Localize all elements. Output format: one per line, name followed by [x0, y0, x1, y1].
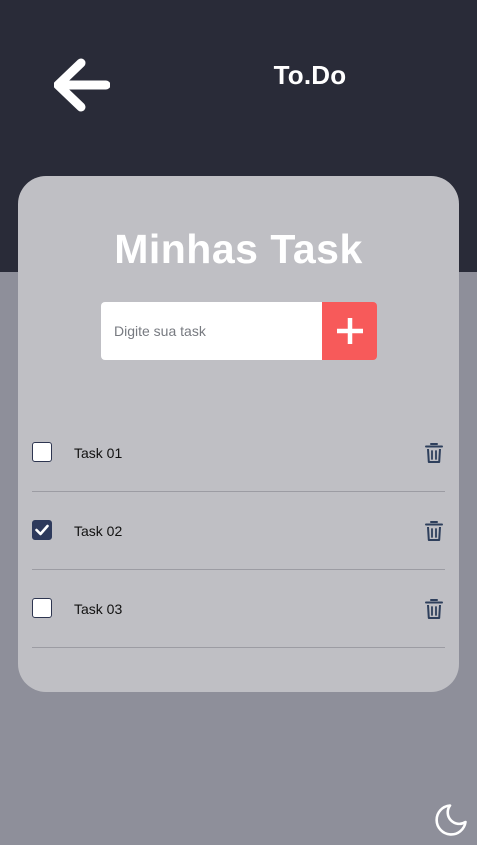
task-label: Task 02 [74, 523, 123, 539]
plus-icon [336, 318, 363, 344]
card-title: Minhas Task [114, 226, 363, 272]
task-item: Task 01 [32, 414, 445, 492]
add-task-form [101, 302, 377, 360]
task-card: Minhas Task Task 01 [18, 176, 459, 692]
back-button[interactable] [52, 56, 112, 114]
delete-task-button[interactable] [423, 441, 445, 465]
task-label: Task 01 [74, 445, 123, 461]
task-list: Task 01 Task 02 Task 03 [32, 414, 445, 648]
trash-icon [425, 599, 443, 619]
task-checkbox[interactable] [32, 442, 52, 462]
delete-task-button[interactable] [423, 597, 445, 621]
delete-task-button[interactable] [423, 519, 445, 543]
task-checkbox[interactable] [32, 598, 52, 618]
task-checkbox[interactable] [32, 520, 52, 540]
moon-icon [435, 804, 467, 836]
app-title: To.Do [273, 60, 347, 90]
task-item: Task 03 [32, 570, 445, 648]
theme-toggle-button[interactable] [433, 802, 469, 838]
task-item: Task 02 [32, 492, 445, 570]
task-input[interactable] [101, 302, 322, 360]
trash-icon [425, 443, 443, 463]
add-task-button[interactable] [322, 302, 377, 360]
check-icon [35, 524, 49, 536]
task-label: Task 03 [74, 601, 123, 617]
arrow-left-icon [54, 58, 110, 112]
trash-icon [425, 521, 443, 541]
